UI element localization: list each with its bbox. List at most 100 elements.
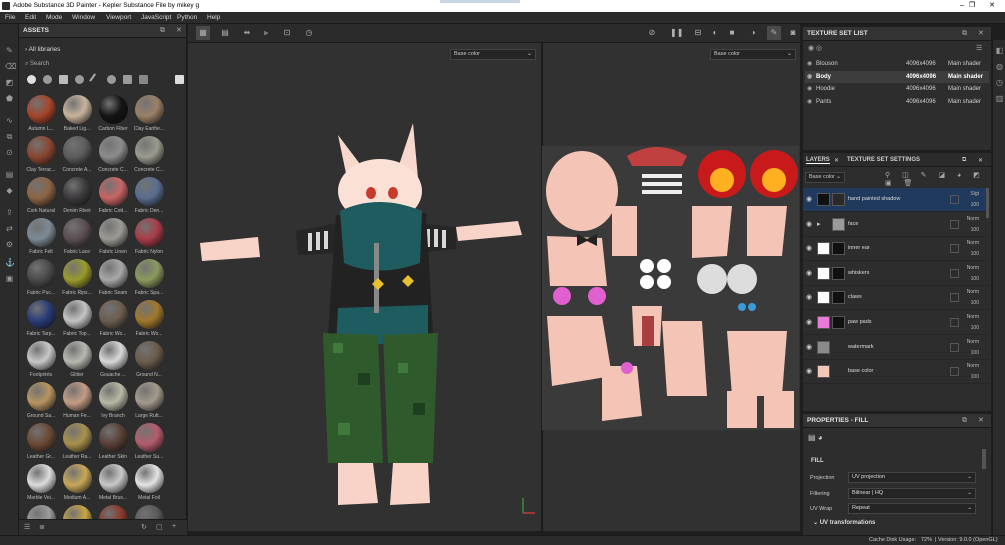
texture-set-row[interactable]: ◉ Body 4096x4096 Main shader [805,70,989,83]
geometry-icon[interactable]: ◆ [5,186,14,195]
material-thumbnail[interactable]: Metal Foil [130,464,168,504]
material-thumbnail[interactable]: Medium A... [58,464,96,504]
display-settings-icon[interactable]: ◐ [710,28,720,38]
layer-opacity[interactable]: 100 [971,374,979,380]
menu-help[interactable]: Help [207,14,220,21]
material-thumbnail[interactable]: Glitter [58,341,96,381]
filter-brushes-icon[interactable] [89,73,102,86]
undock-icon[interactable]: ⧉ [962,157,966,164]
plugin-icon[interactable]: ⚙ [5,240,14,249]
eye-icon[interactable]: ◉ [807,83,812,95]
layer-row[interactable]: ◉ base color Norm 100 [803,360,989,385]
material-thumbnail[interactable]: Denim Rivet [58,177,96,217]
sort-icon[interactable]: ☰ [24,523,30,531]
material-thumbnail[interactable]: Fabric Lace [58,218,96,258]
blend-mode[interactable]: Norm [967,314,979,320]
new-folder-icon[interactable]: ▢ [156,523,163,531]
align-icon[interactable]: ⫸ [261,28,271,38]
layer-row[interactable]: ◉ watermark Norm 100 [803,336,989,360]
eye-icon[interactable]: ◉ [807,58,812,70]
material-thumbnail[interactable]: Human Fe... [58,382,96,422]
blend-mode[interactable]: Norm [967,363,979,369]
layer-row[interactable]: ◉ whiskers Norm 100 [803,262,989,286]
mask-slot[interactable] [950,293,959,303]
close-panel-icon[interactable]: ✕ [978,157,983,164]
tab-texture-set-settings[interactable]: TEXTURE SET SETTINGS [847,157,920,163]
texture-set-shader[interactable]: Main shader [948,83,981,95]
layer-channel-dropdown[interactable]: Base color ⌄ [805,172,845,183]
layer-opacity[interactable]: 100 [971,276,979,282]
frame-icon[interactable]: ⊡ [282,28,292,38]
undock-icon[interactable]: ⧉ [160,24,165,38]
layer-row[interactable]: ◉ ▸ face Norm 100 [803,213,989,237]
layers-scrollbar[interactable] [986,188,989,218]
texture-set-row[interactable]: ◉ Blouson 4096x4096 Main shader [805,58,989,70]
eye-icon[interactable]: ◉ [806,269,812,277]
eye-icon[interactable]: ◉ [806,220,812,228]
layer-row[interactable]: ◉ inner ear Norm 100 [803,237,989,262]
material-thumbnail[interactable]: Cork Natural [22,177,60,217]
material-thumbnail[interactable]: Carbon Fiber [94,95,132,135]
history-icon[interactable]: ◷ [304,28,314,38]
library-selector[interactable]: › All libraries [25,46,60,53]
filter-images-icon[interactable] [139,75,148,84]
paint-brush-icon[interactable]: ✎ [5,46,14,55]
log-icon[interactable]: ▥ [995,94,1004,103]
blend-mode[interactable]: Norm [967,339,979,345]
view-mode-icon[interactable] [175,75,184,84]
split-view-icon[interactable]: ▤ [220,28,230,38]
paint-mode-icon[interactable]: ✎ [767,26,781,40]
eye-icon[interactable]: ◉ [806,293,812,301]
material-thumbnail[interactable]: Baked Lig... [58,95,96,135]
close-button[interactable]: ✕ [982,0,1002,12]
texture-set-icon[interactable]: ◧ [995,46,1004,55]
material-thumbnail[interactable]: Leather Skin [94,423,132,463]
layer-opacity[interactable]: 100 [971,227,979,233]
material-thumbnail[interactable]: Ivy Branch [94,382,132,422]
eye-icon[interactable]: ◉ [806,244,812,252]
undock-icon[interactable]: ⧉ [962,27,967,41]
filter-smart-materials-icon[interactable] [43,75,52,84]
eraser-icon[interactable]: ⌫ [5,62,16,71]
material-thumbnail[interactable]: Fabric Rips... [58,259,96,299]
display-settings-icon[interactable]: ◍ [995,62,1004,71]
filter-grid-icon[interactable] [123,75,132,84]
material-thumbnail[interactable]: Fabric Tarp... [22,300,60,340]
layer-tools[interactable]: ⚲ ◫ ✎ ◪ ◕ ◩ ▣ 🗑 [885,171,991,187]
menu-file[interactable]: File [5,14,15,21]
eye-icon[interactable]: ◉ [807,71,812,83]
blend-mode[interactable]: Norm [967,240,979,246]
material-thumbnail[interactable]: Marble Vei... [22,464,60,504]
material-thumbnail[interactable]: Fabric Spa... [130,259,168,299]
texture-set-shader[interactable]: Main shader [948,96,981,108]
properties-scrollbar[interactable] [982,449,986,469]
close-tab-icon[interactable]: ✕ [834,157,839,164]
settings-menu-icon[interactable]: ☰ [976,44,982,52]
mask-slot[interactable] [950,219,959,229]
clone-icon[interactable]: ⧉ [5,132,14,141]
layer-opacity[interactable]: 100 [971,350,979,356]
property-dropdown[interactable]: Bilinear | HQ ⌄ [848,487,976,499]
eye-icon[interactable]: ◉ [807,96,812,108]
menu-mode[interactable]: Mode [46,14,62,21]
menu-javascript[interactable]: JavaScript [141,14,171,21]
material-thumbnail[interactable]: Concrete C... [94,136,132,176]
menu-window[interactable]: Window [72,14,95,21]
symmetry-icon[interactable]: ⇹ [242,28,252,38]
blend-mode[interactable]: Norm [967,289,979,295]
material-thumbnail[interactable]: Fabric Top... [58,300,96,340]
polygon-fill-icon[interactable]: ⬟ [5,94,14,103]
layer-opacity[interactable]: 100 [971,325,979,331]
eye-icon[interactable]: ◉ [806,343,812,351]
projection-icon[interactable]: ◩ [5,78,14,87]
texture-set-shader[interactable]: Main shader [948,71,983,83]
material-thumbnail[interactable]: Fabric Nylon [130,218,168,258]
camera-icon[interactable]: ■ [727,28,737,38]
light-icon[interactable]: ◑ [748,28,758,38]
material-thumbnail[interactable]: Fabric Felt [22,218,60,258]
anchor-icon[interactable]: ⚓ [5,258,15,267]
material-thumbnail[interactable]: Leather Ra... [58,423,96,463]
close-panel-icon[interactable]: ✕ [978,27,984,41]
property-dropdown[interactable]: Repeat ⌄ [848,503,976,514]
property-dropdown[interactable]: UV projection ⌄ [848,472,976,483]
